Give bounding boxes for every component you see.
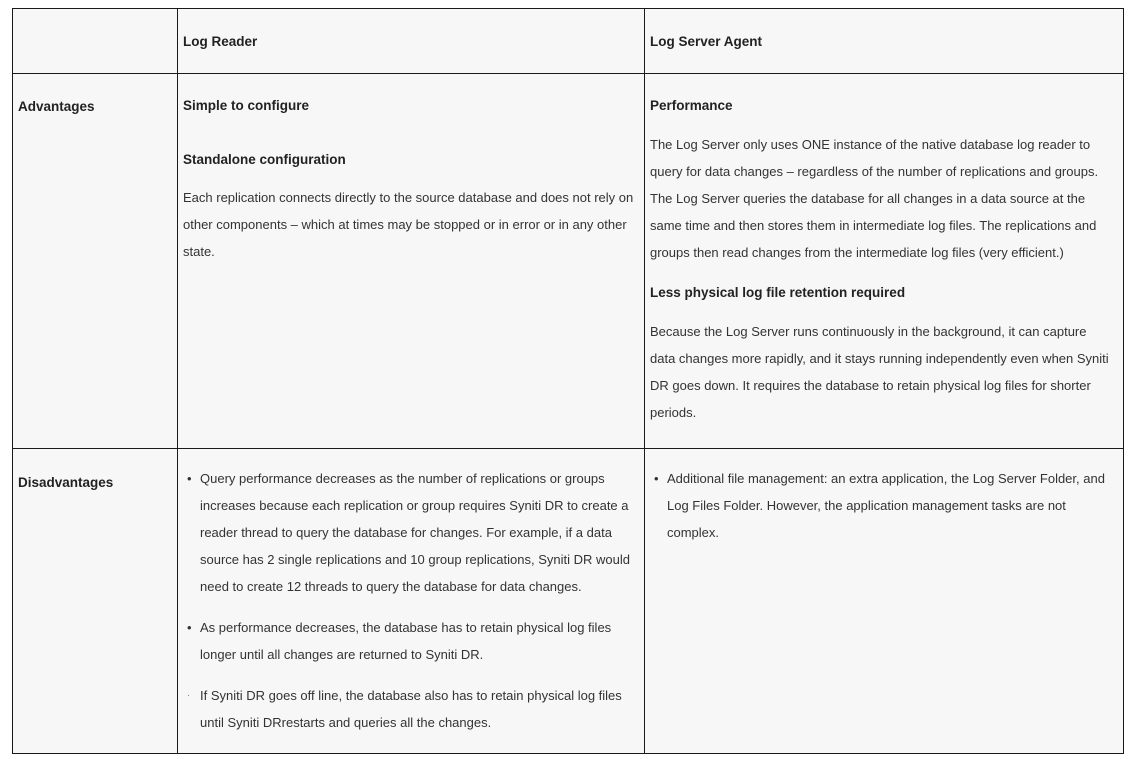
advantage-paragraph-performance: The Log Server only uses ONE instance of…: [650, 137, 1099, 260]
row-label-advantages-cell: Advantages: [13, 74, 177, 448]
disadvantage-list-log-reader: • Query performance decreases as the num…: [183, 465, 636, 736]
advantage-heading-simple: Simple to configure: [183, 98, 310, 113]
column-header-log-server-agent: Log Server Agent: [650, 34, 763, 49]
comparison-table: Log Reader Log Server Agent Advantages S…: [12, 8, 1124, 754]
list-item-text: As performance decreases, the database h…: [200, 620, 612, 662]
bullet-icon: ·: [187, 690, 190, 700]
bullet-icon: •: [654, 471, 659, 486]
list-item-text: If Syniti DR goes off line, the database…: [200, 688, 622, 730]
column-header-log-reader: Log Reader: [183, 34, 258, 49]
list-item-text: Query performance decreases as the numbe…: [200, 471, 630, 594]
row-label-disadvantages-cell: Disadvantages: [13, 449, 177, 753]
advantage-heading-performance: Performance: [650, 98, 733, 113]
advantages-log-server-cell: Performance The Log Server only uses ONE…: [645, 74, 1123, 448]
bullet-icon: •: [187, 471, 192, 486]
list-item-text: Additional file management: an extra app…: [667, 471, 1105, 540]
advantage-heading-standalone: Standalone configuration: [183, 152, 346, 167]
disadvantage-list-log-server: • Additional file management: an extra a…: [650, 465, 1117, 546]
advantages-log-reader-cell: Simple to configure Standalone configura…: [178, 74, 644, 448]
row-label-disadvantages: Disadvantages: [18, 475, 114, 490]
list-item: • As performance decreases, the database…: [183, 614, 636, 668]
header-corner-cell: [13, 9, 177, 73]
disadvantages-log-reader-cell: • Query performance decreases as the num…: [178, 449, 644, 753]
bullet-icon: •: [187, 620, 192, 635]
list-item: · If Syniti DR goes off line, the databa…: [183, 682, 636, 736]
disadvantages-log-server-cell: • Additional file management: an extra a…: [645, 449, 1123, 753]
advantage-heading-retention: Less physical log file retention require…: [650, 285, 906, 300]
header-log-reader-cell: Log Reader: [178, 9, 644, 73]
list-item: • Additional file management: an extra a…: [650, 465, 1117, 546]
row-label-advantages: Advantages: [18, 99, 95, 114]
list-item: • Query performance decreases as the num…: [183, 465, 636, 600]
advantage-paragraph-retention: Because the Log Server runs continuously…: [650, 324, 1109, 420]
header-log-server-cell: Log Server Agent: [645, 9, 1123, 73]
advantage-paragraph-standalone: Each replication connects directly to th…: [183, 190, 634, 259]
